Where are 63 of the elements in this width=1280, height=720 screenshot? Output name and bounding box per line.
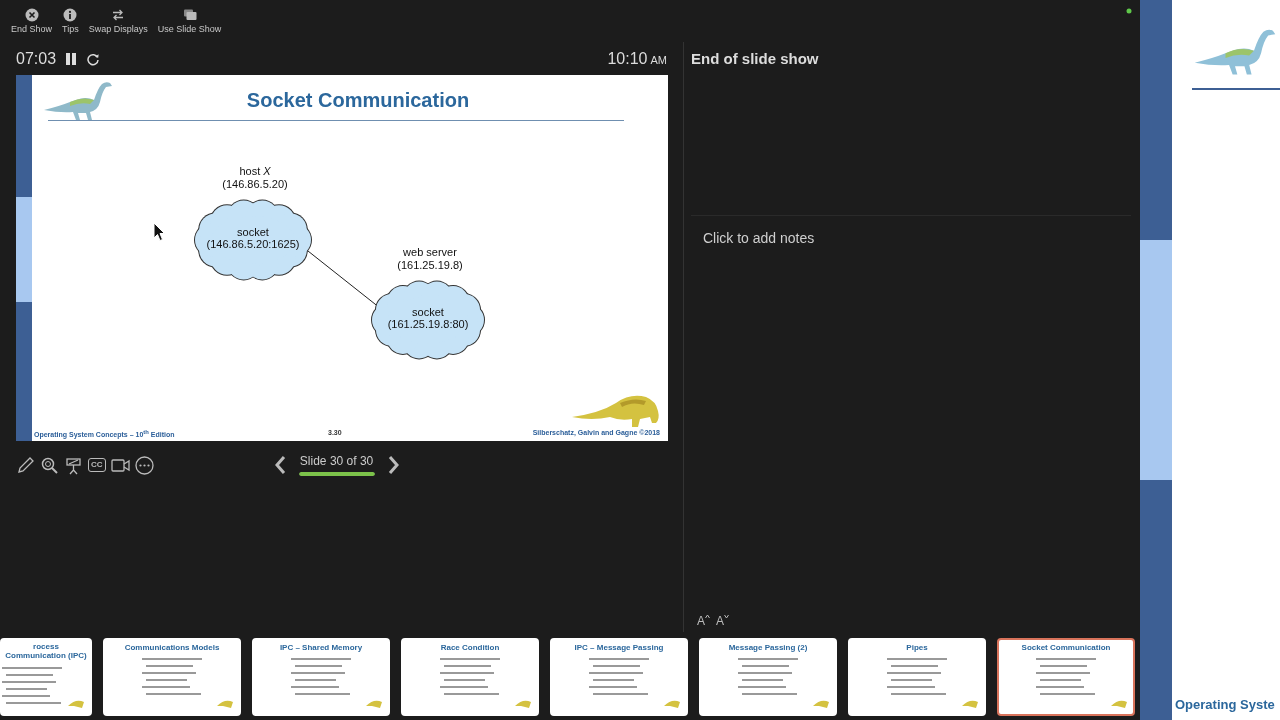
pause-button[interactable] [64, 51, 79, 66]
text-lines-drawing [2, 666, 62, 706]
slide-thumbnail[interactable]: IPC – Shared Memory [252, 638, 390, 716]
text-lines-drawing [738, 658, 798, 697]
socket-label: socket [412, 306, 444, 318]
socket-label: socket [237, 226, 269, 238]
slide-thumbnail[interactable]: Communications Models [103, 638, 241, 716]
tips-button[interactable]: Tips [61, 8, 80, 34]
presenter-easel-icon [64, 455, 83, 475]
slide-thumbnail[interactable]: Race Condition [401, 638, 539, 716]
pen-button[interactable] [16, 455, 35, 475]
more-options-button[interactable] [134, 455, 154, 475]
text-lines-drawing [291, 658, 351, 697]
subtitles-button[interactable]: CC [88, 458, 106, 472]
recording-indicator-icon [1126, 8, 1132, 14]
pause-icon [64, 51, 79, 66]
swap-displays-button[interactable]: Swap Displays [87, 8, 149, 34]
ip-address: (146.86.5.20) [222, 178, 288, 190]
stacked-screens-icon [182, 8, 197, 22]
socket-address: (146.86.5.20:1625) [206, 238, 300, 250]
swap-arrows-icon [111, 8, 126, 22]
slide-footer-text: Operating Syste [1175, 697, 1276, 712]
notes-heading: End of slide show [691, 49, 820, 69]
increase-font-button[interactable]: A [697, 614, 710, 628]
end-show-button[interactable]: End Show [10, 8, 54, 34]
slide-thumbnail[interactable]: rocess Communication (IPC) [0, 638, 92, 716]
use-slide-show-button[interactable]: Use Slide Show [156, 8, 223, 34]
next-slide-button[interactable] [386, 455, 401, 475]
decrease-font-button[interactable]: A [716, 614, 730, 628]
slide-thumbnail[interactable]: IPC – Message Passing [550, 638, 688, 716]
caret-down-icon [724, 614, 730, 619]
close-icon [24, 8, 39, 22]
clock-period: AM [650, 53, 667, 66]
slide-thumbnail[interactable]: Socket Communication [997, 638, 1135, 716]
reset-icon [86, 51, 101, 66]
chevron-right-icon [386, 455, 401, 475]
clock-time: 10:10 [607, 49, 648, 68]
slide-thumbnail[interactable]: Pipes [848, 638, 986, 716]
socket-address: (161.25.19.8:80) [387, 318, 469, 330]
elapsed-timer: 07:03 [16, 49, 57, 68]
mouse-pointer-icon [153, 222, 165, 242]
reset-timer-button[interactable] [86, 51, 101, 66]
caret-up-icon [705, 614, 710, 619]
ellipsis-icon [134, 455, 154, 475]
pen-icon [16, 455, 35, 475]
ip-address: (161.25.19.8) [397, 259, 463, 271]
zoom-button[interactable] [40, 455, 59, 475]
chevron-left-icon [272, 455, 287, 475]
laser-pointer-button[interactable] [64, 455, 83, 475]
magnifier-icon [40, 455, 59, 475]
text-lines-drawing [1036, 658, 1096, 697]
previous-slide-button[interactable] [272, 455, 287, 475]
host-label: host X [239, 165, 271, 177]
info-icon [63, 8, 78, 22]
text-lines-drawing [887, 658, 947, 697]
slide-title: Socket Communication [245, 89, 471, 112]
text-lines-drawing [440, 658, 500, 697]
notes-field[interactable]: Click to add notes [691, 215, 1131, 610]
text-lines-drawing [142, 658, 202, 697]
slide-thumbnail[interactable]: Message Passing (2) [699, 638, 837, 716]
host-label: web server [403, 246, 457, 258]
slide-counter: Slide 30 of 30 [299, 454, 374, 468]
text-lines-drawing [589, 658, 649, 697]
